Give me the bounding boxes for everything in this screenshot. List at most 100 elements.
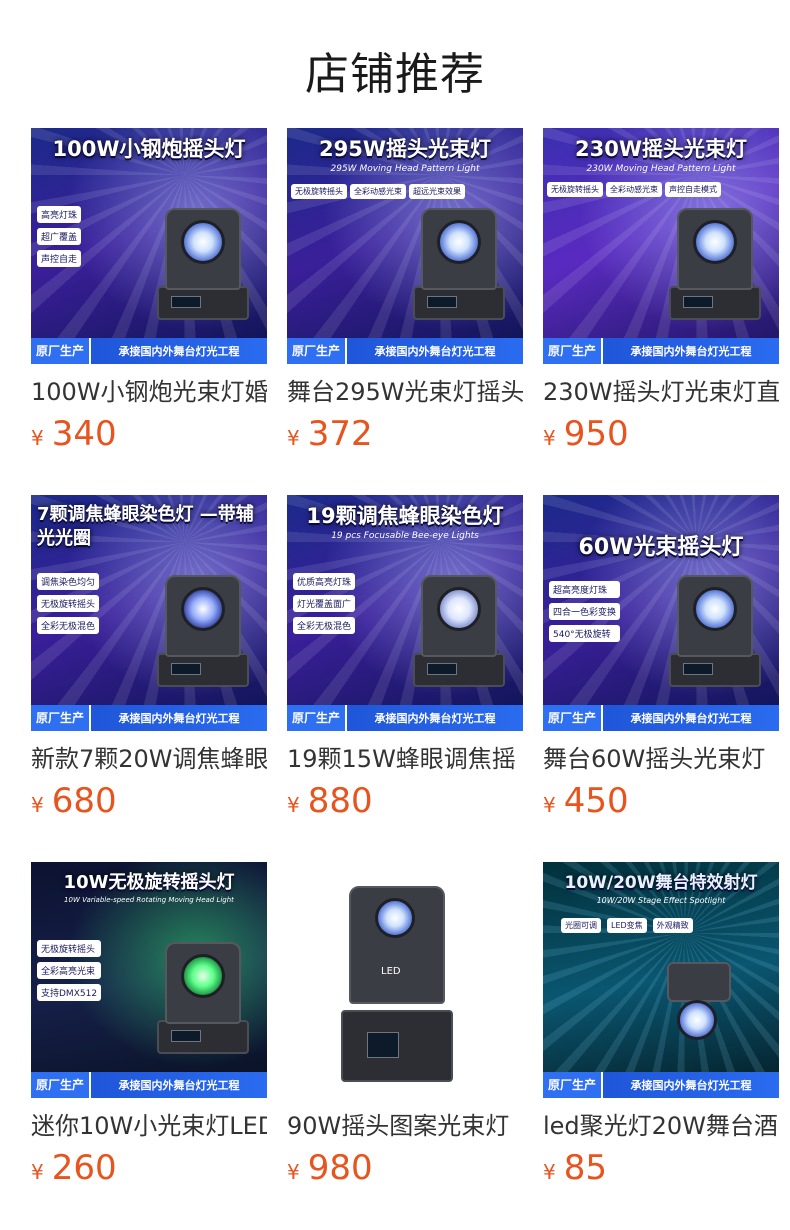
product-card[interactable]: 295W摇头光束灯 295W Moving Head Pattern Light… [287,128,523,495]
product-image[interactable]: 10W无极旋转摇头灯 10W Variable-speed Rotating M… [31,862,267,1098]
feature-tag: 声控自走模式 [665,182,721,197]
product-card[interactable]: 19颗调焦蜂眼染色灯 19 pcs Focusable Bee-eye Ligh… [287,495,523,862]
service-text: 承接国内外舞台灯光工程 [118,1079,240,1092]
product-name[interactable]: 230W摇头灯光束灯直 [543,376,779,408]
product-price: ¥950 [543,414,629,460]
image-headline: 19颗调焦蜂眼染色灯 [306,504,504,528]
moving-head-light-icon [413,567,505,687]
product-name[interactable]: 舞台60W摇头光束灯 [543,743,779,775]
product-price: ¥680 [31,781,117,827]
product-card[interactable]: LED 90W摇头图案光束灯 ¥980 [287,862,523,1229]
feature-tag: 全彩无极混色 [37,617,100,634]
feature-tags: 光圈可调 LED变焦 外观精致 [561,918,693,933]
product-name[interactable]: 新款7颗20W调焦蜂眼 [31,743,267,775]
service-text: 承接国内外舞台灯光工程 [630,712,752,725]
product-card[interactable]: 230W摇头光束灯 230W Moving Head Pattern Light… [543,128,779,495]
service-text: 承接国内外舞台灯光工程 [630,345,752,358]
product-name[interactable]: 迷你10W小光束灯LED [31,1110,267,1142]
price-amount: 372 [307,414,373,454]
currency-symbol: ¥ [543,1160,556,1184]
price-amount: 880 [307,781,373,821]
feature-tag: 无极旋转摇头 [547,182,603,197]
product-image[interactable]: 295W摇头光束灯 295W Moving Head Pattern Light… [287,128,523,364]
product-name[interactable]: 100W小钢炮光束灯婚 [31,376,267,408]
product-name[interactable]: 舞台295W光束灯摇头 [287,376,523,408]
product-card[interactable]: 100W小钢炮摇头灯 高亮灯珠 超广覆盖 声控自走 原厂生产 承接国内外舞台灯光… [31,128,267,495]
moving-head-light-icon [669,200,761,320]
image-banner: 原厂生产 承接国内外舞台灯光工程 [287,338,523,364]
factory-badge: 原厂生产 [287,705,348,731]
image-subline: 230W Moving Head Pattern Light [586,164,736,174]
moving-head-light-icon [413,200,505,320]
factory-badge: 原厂生产 [543,705,604,731]
currency-symbol: ¥ [543,793,556,817]
price-amount: 680 [51,781,117,821]
product-image[interactable]: 7颗调焦蜂眼染色灯 —带辅光光圈 调焦染色均匀 无极旋转摇头 全彩无极混色 原厂… [31,495,267,731]
service-text: 承接国内外舞台灯光工程 [374,712,496,725]
service-text: 承接国内外舞台灯光工程 [374,345,496,358]
feature-tags: 优质高亮灯珠 灯光覆盖面广 全彩无极混色 [293,573,356,634]
product-image[interactable]: 19颗调焦蜂眼染色灯 19 pcs Focusable Bee-eye Ligh… [287,495,523,731]
feature-tag: 调焦染色均匀 [37,573,100,590]
feature-tag: 全彩无极混色 [293,617,356,634]
image-subline: 19 pcs Focusable Bee-eye Lights [331,531,479,541]
product-image[interactable]: LED [287,862,523,1098]
product-name[interactable]: 90W摇头图案光束灯 [287,1110,523,1142]
feature-tag: 无极旋转摇头 [37,595,100,612]
factory-badge: 原厂生产 [287,338,348,364]
product-name[interactable]: led聚光灯20W舞台酒 [543,1110,779,1142]
image-headline: 295W摇头光束灯 [319,137,491,161]
factory-badge: 原厂生产 [31,338,92,364]
product-price: ¥980 [287,1148,373,1194]
moving-head-light-icon [669,567,761,687]
feature-tag: 高亮灯珠 [37,206,82,223]
product-image[interactable]: 10W/20W舞台特效射灯 10W/20W Stage Effect Spotl… [543,862,779,1098]
product-name[interactable]: 19颗15W蜂眼调焦摇 [287,743,523,775]
product-price: ¥450 [543,781,629,827]
feature-tag: 声控自走 [37,250,82,267]
spotlight-icon [659,954,739,1054]
feature-tag: 全彩动感光束 [350,184,406,199]
product-price: ¥260 [31,1148,117,1194]
product-image[interactable]: 60W光束摇头灯 超高亮度灯珠 四合一色彩变换 540°无极旋转 原厂生产 承接… [543,495,779,731]
image-headline: 10W无极旋转摇头灯 [63,872,235,893]
led-label: LED [381,966,401,977]
moving-head-light-icon [157,200,249,320]
image-headline: 60W光束摇头灯 [578,535,744,560]
price-amount: 980 [307,1148,373,1188]
feature-tag: LED变焦 [607,918,647,933]
product-image[interactable]: 100W小钢炮摇头灯 高亮灯珠 超广覆盖 声控自走 原厂生产 承接国内外舞台灯光… [31,128,267,364]
image-headline: 7颗调焦蜂眼染色灯 —带辅光光圈 [37,504,254,549]
product-card[interactable]: 10W/20W舞台特效射灯 10W/20W Stage Effect Spotl… [543,862,779,1229]
image-banner: 原厂生产 承接国内外舞台灯光工程 [31,705,267,731]
image-banner: 原厂生产 承接国内外舞台灯光工程 [543,1072,779,1098]
product-card[interactable]: 7颗调焦蜂眼染色灯 —带辅光光圈 调焦染色均匀 无极旋转摇头 全彩无极混色 原厂… [31,495,267,862]
currency-symbol: ¥ [31,793,44,817]
price-amount: 450 [563,781,629,821]
product-card[interactable]: 10W无极旋转摇头灯 10W Variable-speed Rotating M… [31,862,267,1229]
feature-tag: 外观精致 [652,918,693,933]
currency-symbol: ¥ [543,426,556,450]
service-text: 承接国内外舞台灯光工程 [630,1079,752,1092]
currency-symbol: ¥ [287,426,300,450]
page-title: 店铺推荐 [305,49,485,100]
feature-tag: 全彩高亮光束 [37,962,102,979]
image-headline: 10W/20W舞台特效射灯 [564,873,758,893]
service-text: 承接国内外舞台灯光工程 [118,345,240,358]
product-price: ¥85 [543,1148,607,1194]
factory-badge: 原厂生产 [31,1072,92,1098]
feature-tag: 超高亮度灯珠 [549,581,621,598]
feature-tag: 支持DMX512 [37,984,102,1001]
feature-tags: 无极旋转摇头 全彩动感光束 声控自走模式 [547,182,721,197]
product-image[interactable]: 230W摇头光束灯 230W Moving Head Pattern Light… [543,128,779,364]
currency-symbol: ¥ [31,426,44,450]
image-banner: 原厂生产 承接国内外舞台灯光工程 [31,1072,267,1098]
product-card[interactable]: 60W光束摇头灯 超高亮度灯珠 四合一色彩变换 540°无极旋转 原厂生产 承接… [543,495,779,862]
price-amount: 260 [51,1148,117,1188]
feature-tag: 无极旋转摇头 [291,184,347,199]
moving-head-light-icon [157,934,249,1054]
feature-tag: 四合一色彩变换 [549,603,621,620]
feature-tags: 高亮灯珠 超广覆盖 声控自走 [37,206,82,267]
image-subline: 10W/20W Stage Effect Spotlight [596,896,726,905]
factory-badge: 原厂生产 [31,705,92,731]
